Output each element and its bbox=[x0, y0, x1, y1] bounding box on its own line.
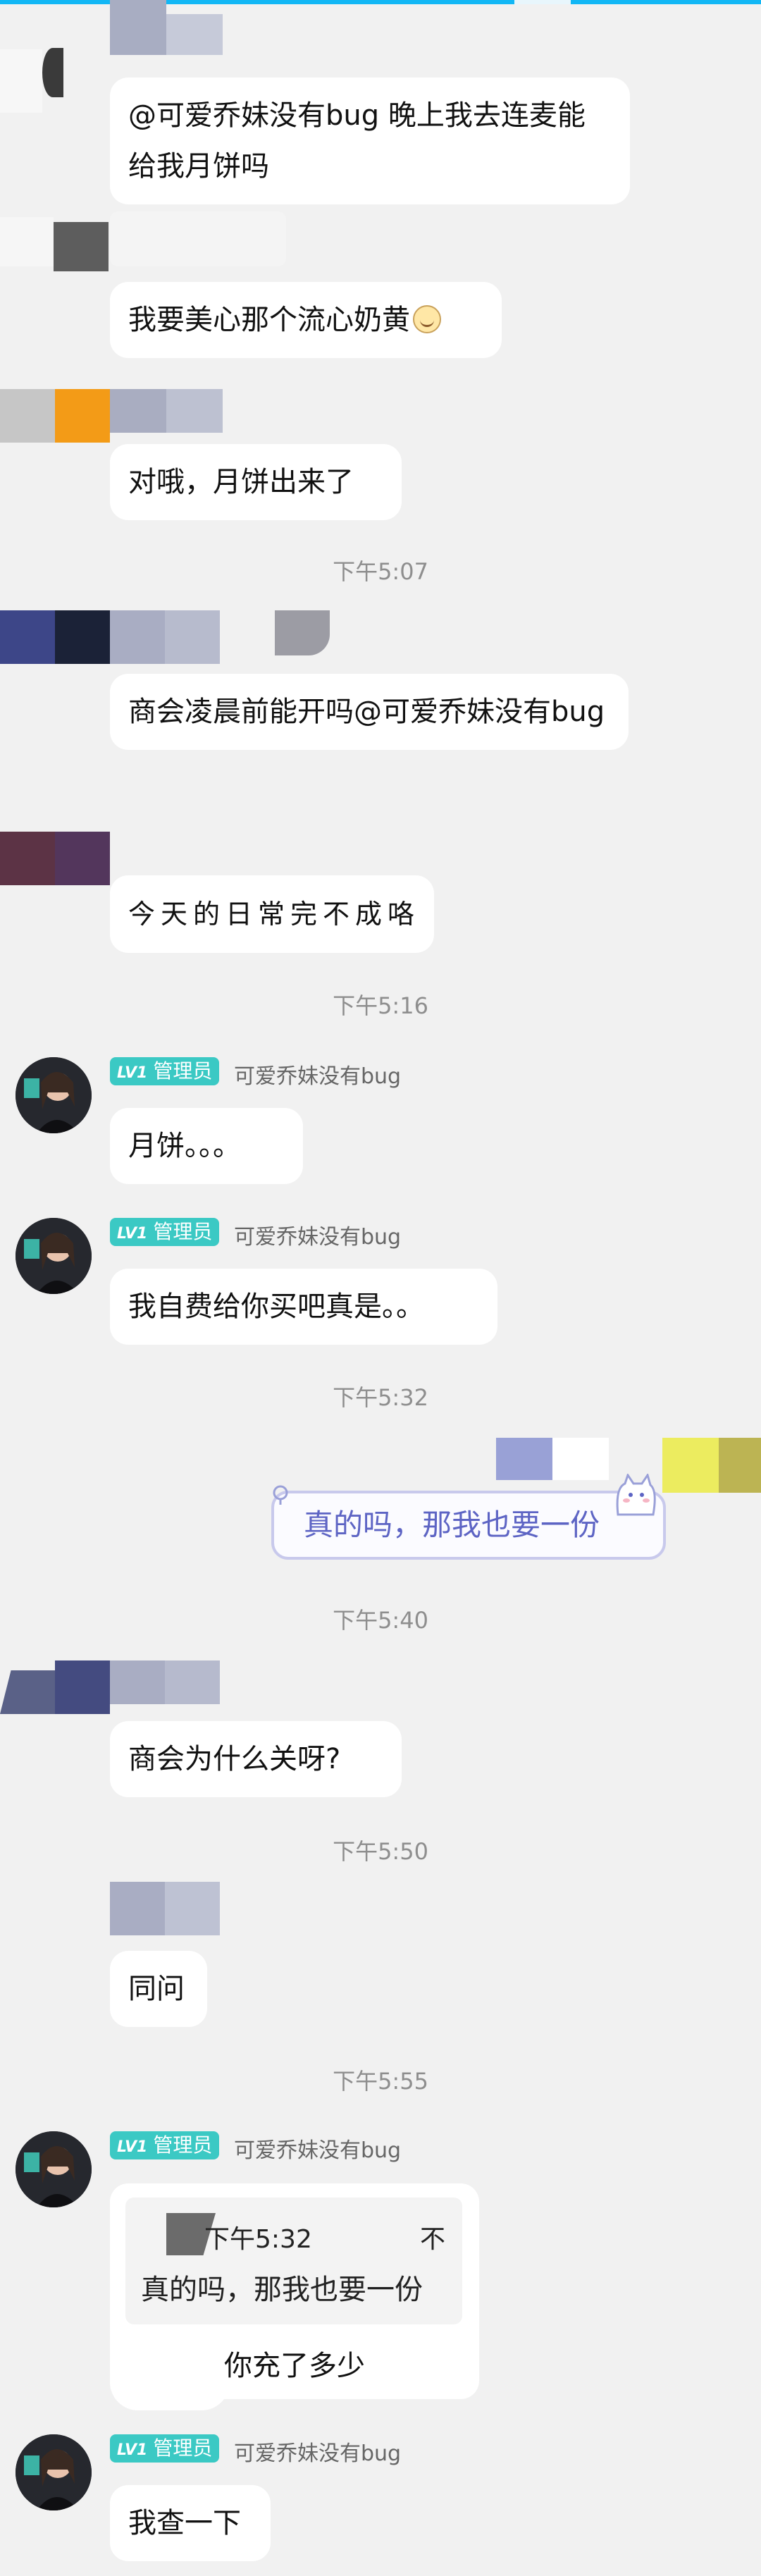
timestamp: 下午5:55 bbox=[333, 2068, 428, 2095]
message-text: @可爱乔妹没有bug 晚上我去连麦能给我月饼吗 bbox=[128, 99, 586, 183]
censored-avatar bbox=[0, 832, 110, 885]
timestamp: 下午5:50 bbox=[333, 1838, 428, 1865]
censored-sender-name bbox=[110, 1882, 220, 1935]
sender-nickname: 可爱乔妹没有bug bbox=[234, 2441, 402, 2466]
censored-sender-name bbox=[110, 610, 330, 664]
timestamp: 下午5:40 bbox=[333, 1607, 428, 1634]
message-text: 真的吗，那我也要一份 bbox=[304, 1508, 600, 1542]
censored-sender-name bbox=[110, 0, 223, 55]
censored-sender-name bbox=[110, 1660, 220, 1704]
sprig-icon bbox=[273, 1485, 288, 1505]
message-bubble-styled[interactable]: 真的吗，那我也要一份 bbox=[271, 1474, 666, 1560]
quote-text: 真的吗，那我也要一份 bbox=[141, 2274, 423, 2306]
quote-collapse-indicator[interactable]: 不 bbox=[420, 2219, 445, 2255]
message-bubble[interactable]: 我要美心那个流心奶黄 bbox=[110, 282, 502, 358]
message-bubble[interactable]: 我自费给你买吧真是。。 bbox=[110, 1269, 497, 1345]
badge-level-admin: LV1 管理员 bbox=[110, 1057, 220, 1085]
badge-level-admin: LV1 管理员 bbox=[110, 1218, 220, 1246]
timestamp: 下午5:07 bbox=[333, 558, 428, 585]
censored-sender-name bbox=[110, 389, 223, 433]
message-text: 月饼。。。 bbox=[128, 1130, 241, 1162]
censored-avatar bbox=[0, 389, 110, 443]
message-text: 我自费给你买吧真是。。 bbox=[128, 1290, 424, 1323]
message-text: 同问 bbox=[128, 1973, 185, 2005]
message-bubble[interactable]: 商会为什么关呀? bbox=[110, 1721, 402, 1797]
avatar[interactable] bbox=[16, 2131, 92, 2207]
message-text: 今天的日常完不成咯 bbox=[128, 899, 421, 930]
censored-avatar bbox=[0, 28, 88, 116]
message-bubble[interactable]: 同问 bbox=[110, 1951, 207, 2027]
censored-sticker bbox=[110, 2326, 230, 2410]
message-bubble[interactable]: @可爱乔妹没有bug 晚上我去连麦能给我月饼吗 bbox=[110, 78, 630, 204]
avatar[interactable] bbox=[16, 1057, 92, 1133]
censored-avatar bbox=[0, 1660, 110, 1714]
message-text: 我要美心那个流心奶黄 bbox=[128, 304, 410, 336]
timestamp: 下午5:32 bbox=[333, 1384, 428, 1411]
message-bubble[interactable]: 对哦，月饼出来了 bbox=[110, 444, 402, 520]
message-text: 商会为什么关呀? bbox=[128, 1743, 341, 1775]
message-bubble[interactable]: 月饼。。。 bbox=[110, 1108, 303, 1184]
message-text: 我查一下 bbox=[128, 2507, 241, 2539]
sender-nickname: 可爱乔妹没有bug bbox=[234, 1225, 402, 1250]
quote-time: 下午5:32 bbox=[204, 2225, 312, 2254]
cat-icon bbox=[616, 1474, 656, 1516]
badge-level-admin: LV1 管理员 bbox=[110, 2131, 220, 2159]
sender-nickname: 可爱乔妹没有bug bbox=[234, 1064, 402, 1089]
censored-avatar bbox=[0, 610, 110, 664]
censored-sender-name bbox=[110, 211, 286, 266]
sender-nickname: 可爱乔妹没有bug bbox=[234, 2138, 402, 2163]
message-bubble[interactable]: 商会凌晨前能开吗@可爱乔妹没有bug bbox=[110, 674, 629, 750]
smiling-face-icon bbox=[413, 305, 441, 333]
avatar[interactable] bbox=[16, 2434, 92, 2510]
avatar[interactable] bbox=[16, 1218, 92, 1294]
timestamp: 下午5:16 bbox=[333, 992, 428, 1019]
censored-avatar bbox=[0, 204, 110, 282]
message-text: 你充了多少 bbox=[224, 2350, 365, 2382]
message-text: 对哦，月饼出来了 bbox=[128, 466, 354, 498]
badge-level-admin: LV1 管理员 bbox=[110, 2434, 220, 2463]
message-bubble[interactable]: 今天的日常完不成咯 bbox=[110, 875, 434, 953]
message-text: 商会凌晨前能开吗@可爱乔妹没有bug bbox=[128, 696, 605, 728]
message-bubble[interactable]: 我查一下 bbox=[110, 2485, 271, 2561]
